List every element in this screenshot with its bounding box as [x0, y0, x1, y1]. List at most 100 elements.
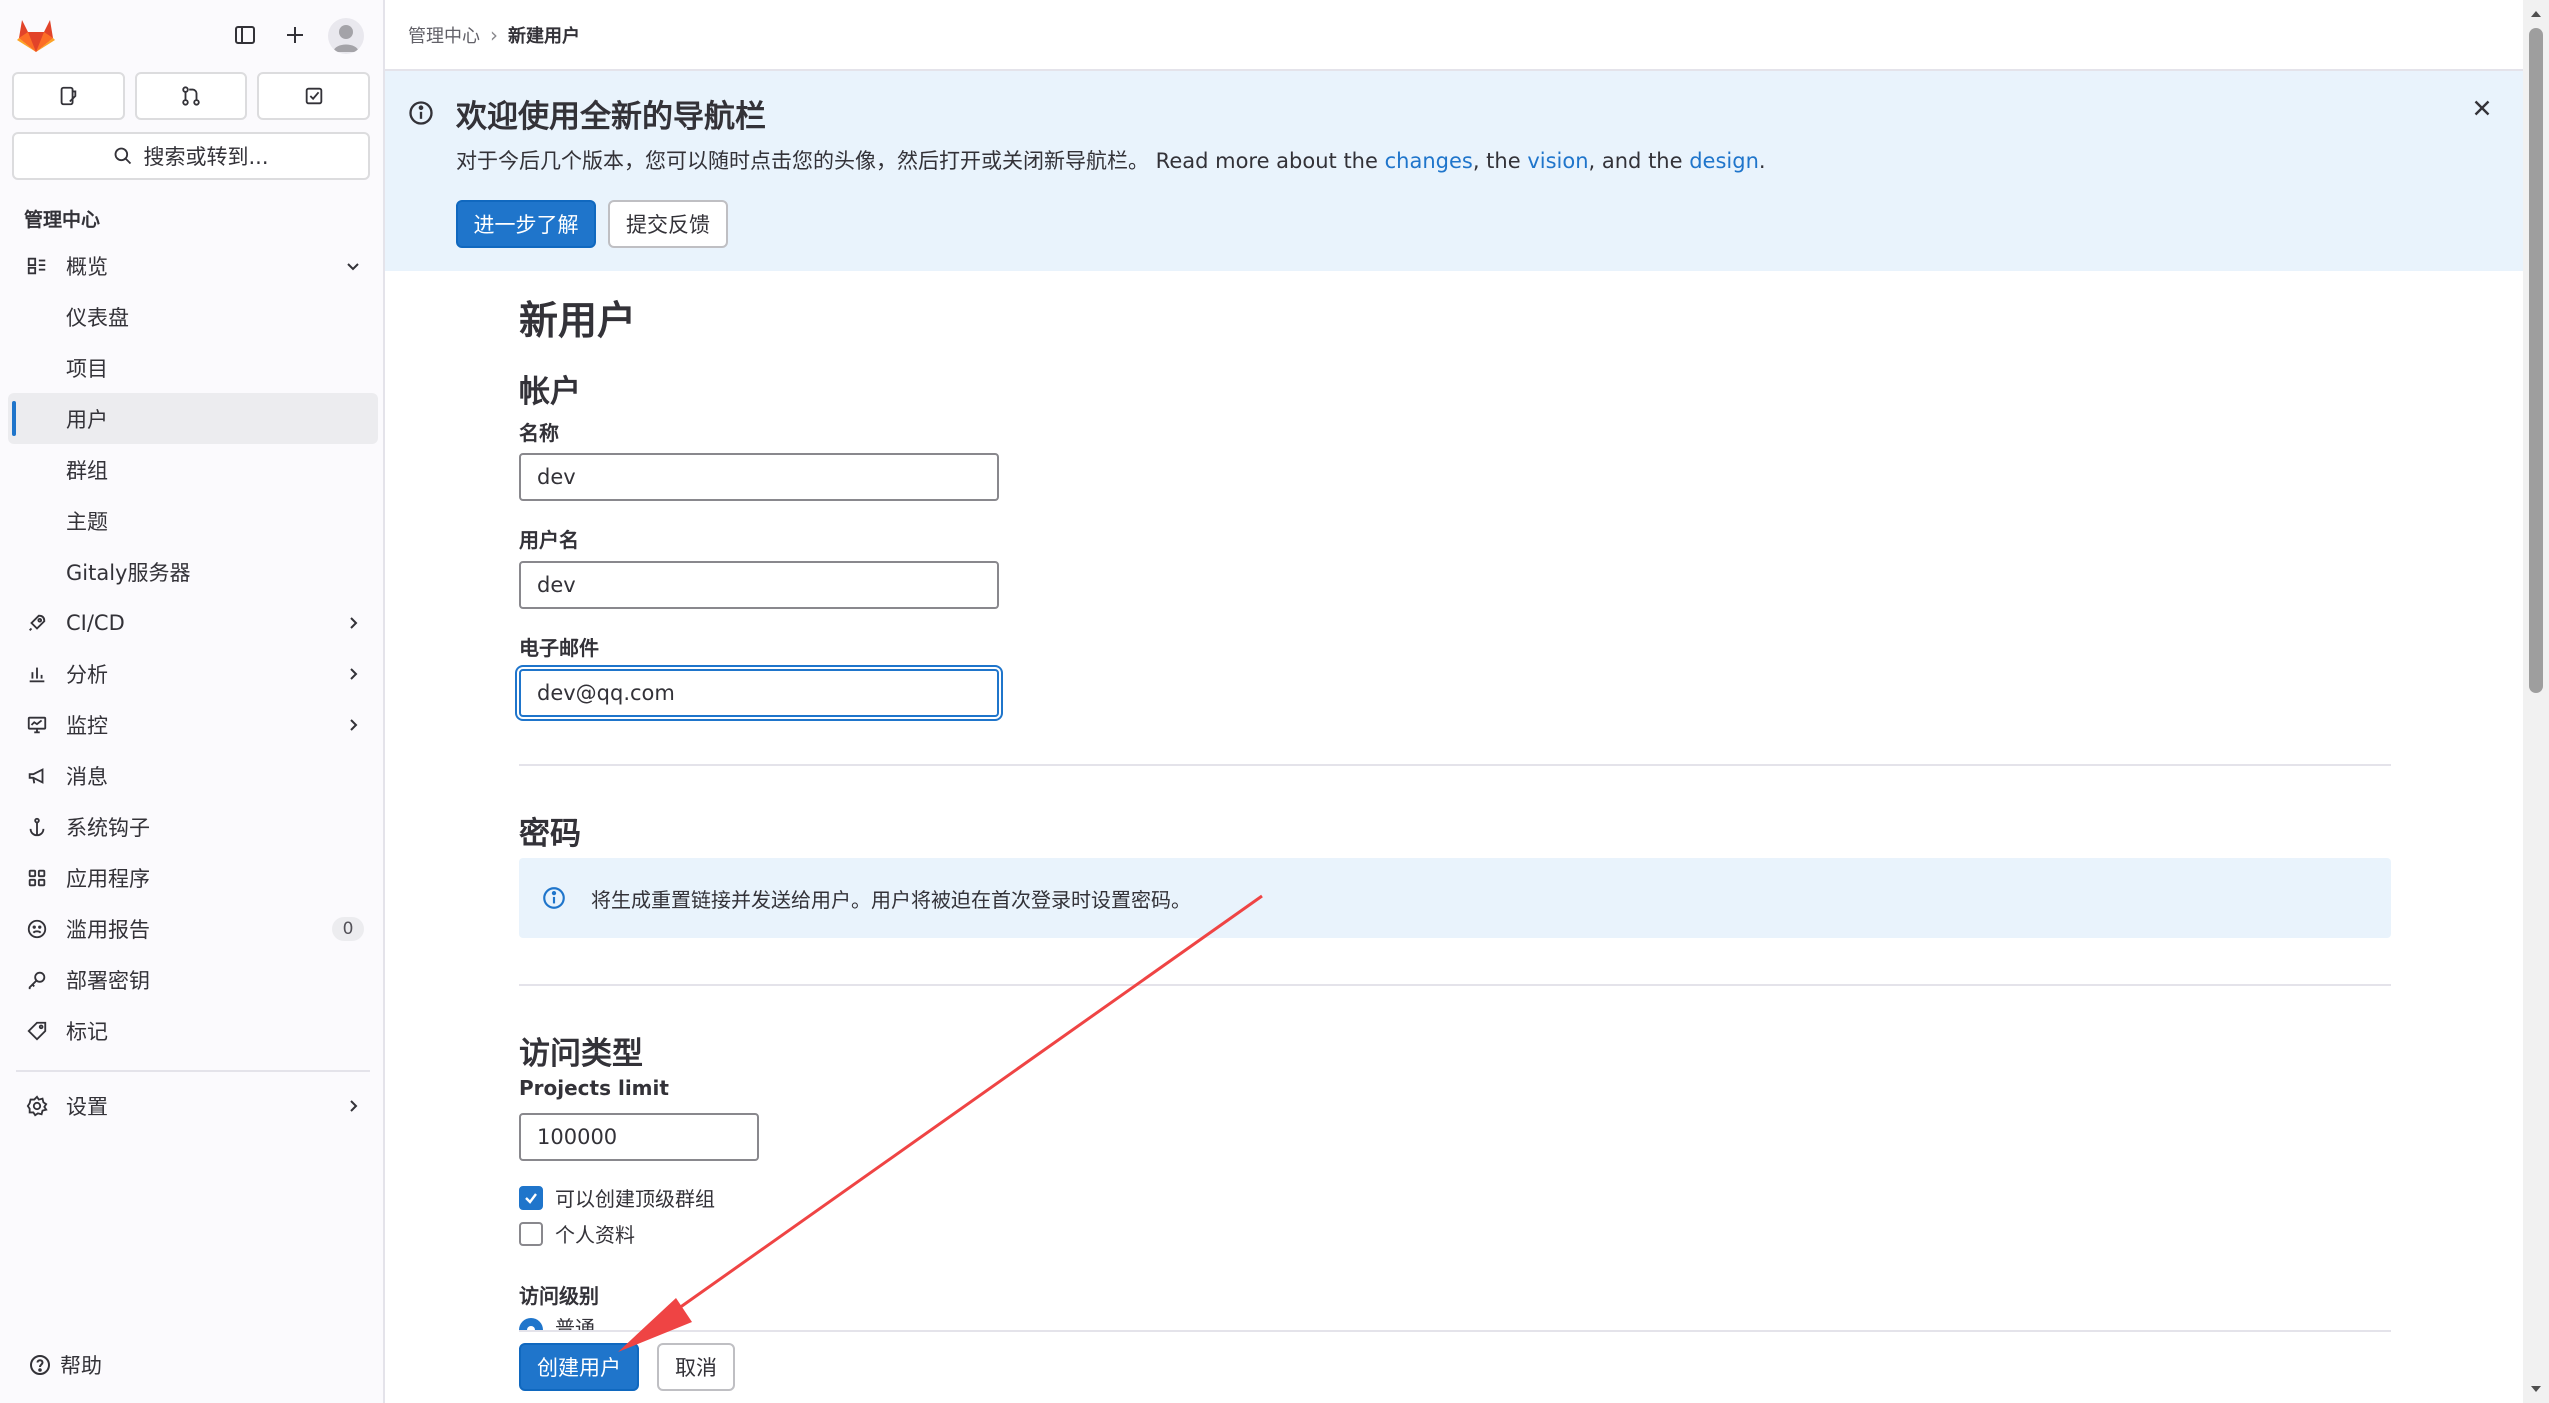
- todo-icon: [305, 87, 322, 105]
- email-input[interactable]: dev@qq.com: [519, 669, 999, 717]
- scroll-down-arrow-icon[interactable]: [2530, 1383, 2542, 1395]
- password-info-text: 将生成重置链接并发送给用户。用户将被迫在首次登录时设置密码。: [591, 888, 1191, 912]
- private-profile-checkbox-row[interactable]: 个人资料: [519, 1219, 635, 1248]
- monitor-icon: [24, 712, 50, 738]
- page-scrollbar[interactable]: [2523, 0, 2549, 1403]
- sidebar-item-settings[interactable]: 设置: [8, 1080, 378, 1131]
- gitlab-logo-icon[interactable]: [16, 16, 56, 54]
- vision-link[interactable]: vision: [1527, 149, 1588, 173]
- key-icon: [24, 967, 50, 993]
- search-icon: [115, 147, 132, 165]
- sidebar-item-abuse-reports[interactable]: 滥用报告 0: [8, 903, 378, 954]
- can-create-group-checkbox-row[interactable]: 可以创建顶级群组: [519, 1183, 715, 1212]
- sidebar-item-dashboard[interactable]: 仪表盘: [8, 291, 378, 342]
- can-create-group-label: 可以创建顶级群组: [555, 1187, 715, 1211]
- search-label: 搜索或转到...: [143, 145, 269, 169]
- help-label: 帮助: [60, 1354, 102, 1378]
- label-icon: [24, 1018, 50, 1044]
- info-icon: [543, 887, 565, 909]
- rocket-icon: [24, 610, 50, 636]
- sidebar-item-applications[interactable]: 应用程序: [8, 852, 378, 903]
- learn-more-button[interactable]: 进一步了解: [456, 200, 596, 248]
- username-input[interactable]: dev: [519, 561, 999, 609]
- banner-title: 欢迎使用全新的导航栏: [456, 99, 766, 135]
- merge-request-icon: [182, 86, 200, 106]
- abuse-icon: [24, 916, 50, 942]
- sidebar-item-projects[interactable]: 项目: [8, 342, 378, 393]
- sidebar-item-monitoring[interactable]: 监控: [8, 699, 378, 750]
- issues-button[interactable]: [12, 72, 125, 120]
- sidebar-item-gitaly-servers[interactable]: Gitaly服务器: [8, 546, 378, 597]
- checkmark-icon: [525, 1192, 537, 1204]
- projects-limit-label: Projects limit: [519, 1076, 669, 1100]
- chevron-down-icon: [344, 257, 362, 275]
- username-label: 用户名: [519, 528, 579, 552]
- sidebar-item-topics[interactable]: 主题: [8, 495, 378, 546]
- sidebar-item-users[interactable]: 用户: [8, 393, 378, 444]
- merge-requests-button[interactable]: [134, 72, 248, 120]
- can-create-group-checkbox[interactable]: [519, 1185, 543, 1210]
- page-title: 新用户: [519, 299, 637, 344]
- sidebar-item-deploy-keys[interactable]: 部署密钥: [8, 954, 378, 1005]
- sidebar-item-overview[interactable]: 概览: [8, 240, 378, 291]
- new-navigation-banner: 欢迎使用全新的导航栏 对于今后几个版本，您可以随时点击您的头像，然后打开或关闭新…: [385, 71, 2523, 271]
- overview-icon: [24, 253, 50, 279]
- sidebar-toggle-icon[interactable]: [230, 20, 260, 50]
- sidebar-item-analytics[interactable]: 分析: [8, 648, 378, 699]
- breadcrumb-parent-link[interactable]: 管理中心: [408, 22, 480, 48]
- cancel-button[interactable]: 取消: [657, 1343, 735, 1391]
- name-label: 名称: [519, 421, 559, 445]
- sidebar: 搜索或转到... 管理中心 概览 仪表盘 项目 用户 群组 主题 Gitaly服…: [0, 0, 385, 1403]
- changes-link[interactable]: changes: [1385, 149, 1473, 173]
- sidebar-item-label: CI/CD: [66, 610, 125, 635]
- search-button[interactable]: 搜索或转到...: [12, 132, 370, 180]
- sidebar-action-buttons: [12, 72, 371, 120]
- sidebar-item-groups[interactable]: 群组: [8, 444, 378, 495]
- feedback-button[interactable]: 提交反馈: [608, 200, 728, 248]
- sidebar-section-title: 管理中心: [24, 209, 101, 231]
- scroll-up-arrow-icon[interactable]: [2530, 8, 2542, 20]
- sidebar-item-system-hooks[interactable]: 系统钩子: [8, 801, 378, 852]
- help-icon: [30, 1355, 50, 1375]
- footer-divider: [519, 1330, 2391, 1332]
- help-button[interactable]: 帮助: [28, 1350, 102, 1380]
- section-divider: [519, 984, 2391, 986]
- applications-icon: [24, 865, 50, 891]
- megaphone-icon: [24, 763, 50, 789]
- banner-text-suffix: .: [1758, 149, 1766, 173]
- password-heading: 密码: [519, 816, 581, 852]
- banner-text-mid: , the: [1472, 149, 1528, 173]
- breadcrumb: 管理中心 › 新建用户: [385, 0, 2523, 71]
- sidebar-item-messages[interactable]: 消息: [8, 750, 378, 801]
- section-divider: [519, 764, 2391, 766]
- banner-text-mid: , and the: [1588, 149, 1690, 173]
- password-info-alert: 将生成重置链接并发送给用户。用户将被迫在首次登录时设置密码。: [519, 858, 2391, 938]
- close-icon[interactable]: [2469, 95, 2495, 121]
- sidebar-item-labels[interactable]: 标记: [8, 1005, 378, 1056]
- sidebar-item-label: 系统钩子: [66, 815, 150, 840]
- access-level-regular-label: 普通: [555, 1316, 595, 1332]
- sidebar-item-label: 应用程序: [66, 866, 150, 891]
- sidebar-item-label: 仪表盘: [66, 305, 129, 330]
- todos-button[interactable]: [257, 72, 371, 120]
- sidebar-item-cicd[interactable]: CI/CD: [8, 597, 378, 648]
- projects-limit-input[interactable]: 100000: [519, 1113, 759, 1161]
- name-input[interactable]: dev: [519, 453, 999, 501]
- sidebar-item-label: 分析: [66, 662, 108, 687]
- banner-text: 对于今后几个版本，您可以随时点击您的头像，然后打开或关闭新导航栏。 Read m…: [456, 145, 1766, 175]
- create-user-button[interactable]: 创建用户: [519, 1343, 639, 1391]
- sidebar-item-label: 概览: [66, 254, 108, 279]
- email-label: 电子邮件: [519, 636, 599, 660]
- count-badge: 0: [332, 916, 364, 941]
- sidebar-item-label: 消息: [66, 764, 108, 789]
- private-profile-checkbox[interactable]: [519, 1221, 543, 1246]
- form-actions: 创建用户 取消: [385, 1330, 2523, 1403]
- access-heading: 访问类型: [519, 1036, 643, 1072]
- avatar[interactable]: [328, 18, 364, 54]
- plus-icon[interactable]: [280, 20, 310, 50]
- design-link[interactable]: design: [1689, 149, 1759, 173]
- sidebar-item-label: 群组: [66, 458, 108, 483]
- scrollbar-thumb[interactable]: [2529, 28, 2543, 693]
- access-level-label: 访问级别: [519, 1284, 599, 1308]
- sidebar-item-label: 设置: [66, 1094, 108, 1119]
